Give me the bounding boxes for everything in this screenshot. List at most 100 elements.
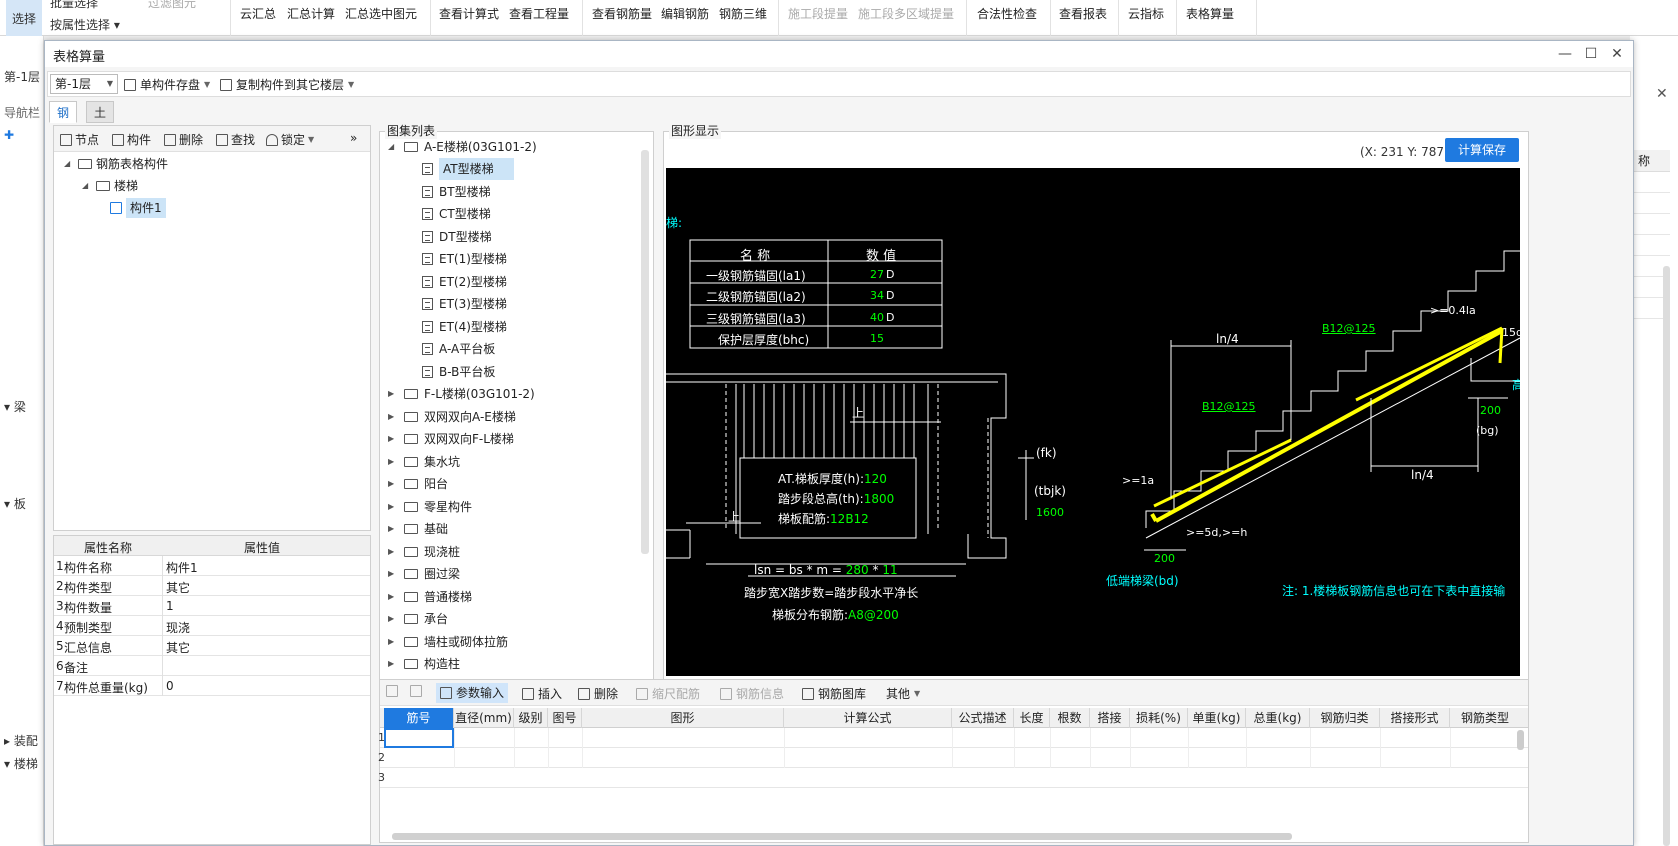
rebar-library-button[interactable]: 钢筋图库 bbox=[802, 685, 866, 702]
col-rebar-type[interactable]: 钢筋类型 bbox=[1450, 708, 1520, 728]
calc-save-button[interactable]: 计算保存 bbox=[1445, 138, 1519, 162]
collapse-icon[interactable]: ▶ bbox=[388, 428, 398, 450]
bg-nav-prefab[interactable]: ▸ 装配 bbox=[4, 732, 38, 749]
more-button[interactable]: » bbox=[350, 131, 357, 145]
table-calc-button[interactable]: 表格算量 bbox=[1186, 5, 1234, 22]
bg-nav-stairs[interactable]: ▾ 楼梯 bbox=[4, 755, 38, 772]
list-item[interactable]: DT型楼梯 bbox=[422, 226, 492, 248]
rebar-table-vscroll[interactable] bbox=[1517, 730, 1524, 750]
table-row[interactable]: 1 bbox=[378, 728, 1528, 748]
atlas-group[interactable]: ▶ 墙柱或砌体拉筋 bbox=[388, 631, 508, 653]
cad-rebar-top[interactable]: B12@125 bbox=[1322, 322, 1376, 335]
col-unit-weight[interactable]: 单重(kg) bbox=[1188, 708, 1246, 728]
collapse-icon[interactable]: ▶ bbox=[388, 473, 398, 495]
filter-elements-button[interactable]: 过滤图元 bbox=[148, 0, 196, 11]
legality-check-button[interactable]: 合法性检查 bbox=[977, 5, 1037, 22]
bg-floor-select[interactable]: 第-1层 bbox=[4, 68, 40, 85]
collapse-icon[interactable]: ▶ bbox=[388, 653, 398, 675]
view-formula-button[interactable]: 查看计算式 bbox=[439, 5, 499, 22]
col-formula[interactable]: 计算公式 bbox=[784, 708, 952, 728]
collapse-icon[interactable]: ▶ bbox=[388, 406, 398, 428]
collapse-icon[interactable]: ▶ bbox=[388, 631, 398, 653]
summary-selected-button[interactable]: 汇总选中图元 bbox=[345, 5, 417, 22]
lock-button[interactable]: 锁定 ▼ bbox=[266, 131, 314, 148]
atlas-group[interactable]: ▶ 阳台 bbox=[388, 473, 448, 495]
select-button[interactable]: 选择 bbox=[6, 0, 42, 36]
cloud-summary-button[interactable]: 云汇总 bbox=[240, 5, 276, 22]
col-category[interactable]: 钢筋归类 bbox=[1310, 708, 1380, 728]
view-rebar-button[interactable]: 查看钢筋量 bbox=[592, 5, 652, 22]
col-lap-form[interactable]: 搭接形式 bbox=[1380, 708, 1450, 728]
bg-right-scrollbar[interactable] bbox=[1663, 266, 1670, 846]
rebar-3d-button[interactable]: 钢筋三维 bbox=[719, 5, 767, 22]
copy-floor-button[interactable]: 复制构件到其它楼层 ▼ bbox=[220, 76, 354, 93]
atlas-group[interactable]: ▶ 圈过梁 bbox=[388, 563, 460, 585]
prop-value[interactable]: 0 bbox=[166, 679, 174, 693]
scale-rebar-button[interactable]: 缩尺配筋 bbox=[636, 685, 700, 702]
prop-value[interactable]: 1 bbox=[166, 599, 174, 613]
collapse-icon[interactable]: ▶ bbox=[388, 563, 398, 585]
cad-lsn-m[interactable]: 11 bbox=[882, 563, 897, 577]
expand-icon[interactable]: ◢ bbox=[64, 154, 74, 174]
atlas-group[interactable]: ▶ 集水坑 bbox=[388, 451, 460, 473]
move-down-button[interactable] bbox=[410, 685, 422, 697]
prop-value[interactable]: 构件1 bbox=[166, 559, 198, 576]
table-row[interactable]: 1 构件名称 构件1 bbox=[54, 556, 370, 576]
delete-row-button[interactable]: 删除 bbox=[578, 685, 618, 702]
view-report-button[interactable]: 查看报表 bbox=[1059, 5, 1107, 22]
atlas-group[interactable]: ▶ F-L楼梯(03G101-2) bbox=[388, 383, 535, 405]
col-diameter[interactable]: 直径(mm) bbox=[454, 708, 514, 728]
batch-select-button[interactable]: 批量选择 bbox=[50, 0, 98, 11]
maximize-icon[interactable]: ☐ bbox=[1579, 43, 1603, 65]
other-menu-button[interactable]: 其他 ▼ bbox=[886, 685, 920, 702]
tab-civil[interactable]: 土建 bbox=[86, 101, 115, 142]
col-loss[interactable]: 损耗(%) bbox=[1130, 708, 1188, 728]
insert-button[interactable]: 插入 bbox=[522, 685, 562, 702]
view-quantity-button[interactable]: 查看工程量 bbox=[509, 5, 569, 22]
list-item[interactable]: ET(2)型楼梯 bbox=[422, 271, 507, 293]
cad-lsn-bs[interactable]: 280 bbox=[846, 563, 869, 577]
prop-value[interactable]: 其它 bbox=[166, 639, 190, 656]
floor-select[interactable]: 第-1层 ▼ bbox=[50, 74, 118, 94]
atlas-group[interactable]: ▶ 双网双向F-L楼梯 bbox=[388, 428, 514, 450]
cad-row-value[interactable]: 27 bbox=[870, 268, 884, 281]
col-count[interactable]: 根数 bbox=[1050, 708, 1090, 728]
bg-nav-beam[interactable]: ▾ 梁 bbox=[4, 398, 26, 415]
atlas-group[interactable]: ▶ 承台 bbox=[388, 608, 448, 630]
col-lap[interactable]: 搭接 bbox=[1090, 708, 1130, 728]
cad-height-1600[interactable]: 1600 bbox=[1036, 506, 1064, 519]
collapse-icon[interactable]: ▶ bbox=[388, 451, 398, 473]
col-shape[interactable]: 图形 bbox=[582, 708, 784, 728]
list-item[interactable]: CT型楼梯 bbox=[422, 203, 491, 225]
list-item[interactable]: BT型楼梯 bbox=[422, 181, 491, 203]
summary-calc-button[interactable]: 汇总计算 bbox=[287, 5, 335, 22]
table-row[interactable]: 4 预制类型 现浇 bbox=[54, 616, 370, 636]
atlas-group[interactable]: ▶ 基础 bbox=[388, 518, 448, 540]
section-multi-quantity-button[interactable]: 施工段多区域提量 bbox=[858, 5, 954, 22]
collapse-icon[interactable]: ▶ bbox=[388, 586, 398, 608]
cad-row-value[interactable]: 34 bbox=[870, 289, 884, 302]
col-figure-no[interactable]: 图号 bbox=[548, 708, 582, 728]
expand-icon[interactable]: ◢ bbox=[388, 136, 398, 158]
tree-node-stairs[interactable]: ◢ 楼梯 bbox=[82, 176, 138, 196]
cad-rebar-bottom[interactable]: B12@125 bbox=[1202, 400, 1256, 413]
collapse-icon[interactable]: ▶ bbox=[388, 496, 398, 518]
add-node-button[interactable]: 节点 bbox=[60, 131, 99, 148]
attr-select-button[interactable]: 按属性选择 ▾ bbox=[50, 16, 120, 33]
cad-200-top[interactable]: 200 bbox=[1480, 404, 1501, 417]
cad-row-value[interactable]: 40 bbox=[870, 311, 884, 324]
tree-node-root[interactable]: ◢ 钢筋表格构件 bbox=[64, 154, 168, 174]
collapse-icon[interactable]: ▶ bbox=[388, 541, 398, 563]
add-component-button[interactable]: 构件 bbox=[112, 131, 151, 148]
rebar-info-button[interactable]: 钢筋信息 bbox=[720, 685, 784, 702]
list-item[interactable]: ET(1)型楼梯 bbox=[422, 248, 507, 270]
prop-value[interactable]: 现浇 bbox=[166, 619, 190, 636]
bg-nav-slab[interactable]: ▾ 板 bbox=[4, 495, 26, 512]
list-item[interactable]: ET(4)型楼梯 bbox=[422, 316, 507, 338]
cad-height-value[interactable]: 1800 bbox=[864, 492, 895, 506]
find-button[interactable]: 查找 bbox=[216, 131, 255, 148]
collapse-icon[interactable]: ▶ bbox=[388, 383, 398, 405]
expand-icon[interactable]: ◢ bbox=[82, 176, 92, 196]
cad-rebar-value[interactable]: 12B12 bbox=[830, 512, 869, 526]
table-row[interactable]: 2 构件类型 其它 bbox=[54, 576, 370, 596]
